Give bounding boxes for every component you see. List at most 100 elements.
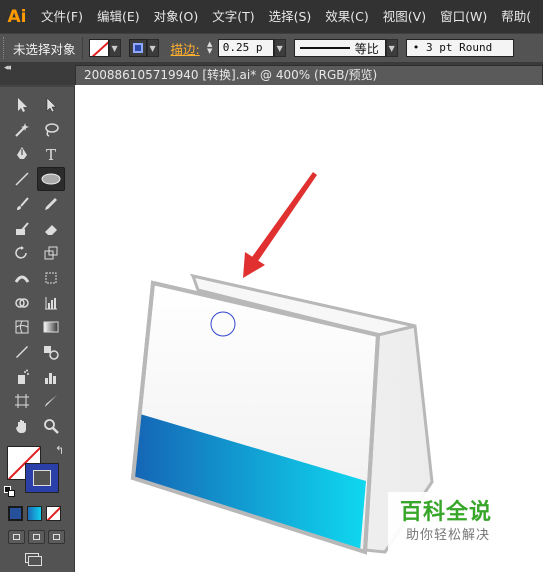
control-bar-grip[interactable] [3,37,9,59]
pen-tool[interactable] [8,142,36,166]
lasso-icon [45,122,59,137]
eyedropper-tool[interactable] [8,340,36,364]
screen-mode-icon [28,556,42,566]
eyedropper-icon [16,346,28,358]
mesh-tool[interactable] [8,315,36,339]
menu-item[interactable]: 编辑(E) [90,0,147,33]
menu-bar: Ai 文件(F) 编辑(E) 对象(O) 文字(T) 选择(S) 效果(C) 视图(V) 窗口… [0,0,543,33]
ellipse-tool[interactable] [37,167,65,192]
type-icon: T [46,146,56,162]
default-stroke-mini [8,490,15,497]
line-segment-icon [15,172,29,186]
none-mode-button[interactable] [46,506,61,521]
draw-inside-icon [53,534,60,540]
menu-item[interactable]: 窗口(W) [433,0,494,33]
watermark-title: 百科全说 [400,500,493,525]
rotate-tool[interactable] [8,241,36,265]
gradient-mode-button[interactable] [27,506,42,521]
watermark: 百科全说 助你轻松解决 [388,492,520,550]
artboard-canvas[interactable]: 百科全说 助你轻松解决 [75,85,543,572]
selection-status: 未选择对象 [13,41,76,57]
stroke-weight-input[interactable]: 0.25 p [217,39,274,57]
free-transform-icon [45,272,57,284]
rotate-icon [15,246,27,259]
artboard-icon [15,394,29,409]
symbol-sprayer-tool[interactable] [8,365,36,389]
direct-selection-tool[interactable] [37,93,65,117]
selection-icon [18,98,27,112]
column-graph-icon [45,372,56,384]
red-arrow-icon [243,172,317,278]
stroke-swatch[interactable] [128,39,147,57]
slice-tool[interactable] [37,389,65,413]
stroke-color-box[interactable] [25,463,59,493]
paintbrush-tool[interactable] [8,192,36,216]
slice-icon [45,395,57,408]
hand-tool[interactable] [8,414,36,438]
color-mode-button[interactable] [8,506,23,521]
watermark-subtitle: 助你轻松解决 [406,528,491,543]
stroke-weight-stepper[interactable]: ▲ ▼ [204,39,216,57]
stepper-down-icon[interactable]: ▼ [207,48,212,55]
scale-tool[interactable] [37,241,65,265]
menu-item[interactable]: 效果(C) [318,0,375,33]
pencil-icon [45,197,57,210]
free-transform-tool[interactable] [37,266,65,290]
collapse-panel-icon[interactable]: ◂◂ [4,63,11,73]
eraser-icon [45,224,57,235]
fill-swatch[interactable] [88,39,109,57]
column-graph-tool[interactable] [37,365,65,389]
lasso-tool[interactable] [37,118,65,142]
stroke-dropdown[interactable]: ▼ [146,39,159,57]
direct-selection-icon [46,97,57,113]
menu-item[interactable]: 文件(F) [34,0,90,33]
menu-item[interactable]: 对象(O) [147,0,206,33]
line-segment-tool[interactable] [8,167,36,191]
graph-icon [45,296,57,310]
ellipse-icon [41,173,61,185]
menu-item[interactable]: 视图(V) [376,0,433,33]
hand-icon [16,420,26,434]
pen-icon [17,147,27,160]
shape-builder-icon [15,297,29,308]
pencil-tool[interactable] [37,192,65,216]
draw-inside-button[interactable] [48,530,65,544]
magic-wand-tool[interactable] [8,118,36,142]
profile-dropdown[interactable]: ▼ [385,39,398,57]
blob-brush-tool[interactable] [8,217,36,241]
zoom-tool[interactable] [37,414,65,438]
blend-tool[interactable] [37,340,65,364]
graph-tool[interactable] [37,291,65,315]
draw-normal-button[interactable] [8,530,25,544]
fill-dropdown[interactable]: ▼ [108,39,121,57]
zoom-icon [44,419,59,434]
fill-stroke-control: ↰ [7,444,67,494]
gradient-tool[interactable] [37,315,65,339]
swap-fill-stroke-icon[interactable]: ↰ [55,444,64,457]
menu-item[interactable]: 帮助( [494,0,538,33]
menu-item[interactable]: 文字(T) [205,0,261,33]
document-tab[interactable]: 200886105719940 [转换].ai* @ 400% (RGB/预览) [75,65,543,85]
shape-builder-tool[interactable] [8,291,36,315]
selection-tool[interactable] [8,93,36,117]
stroke-swatch-icon [132,43,143,53]
illustrator-window: Ai 文件(F) 编辑(E) 对象(O) 文字(T) 选择(S) 效果(C) 视图(V) 窗口… [0,0,543,572]
default-colors-icon[interactable] [4,486,15,497]
type-tool[interactable]: T [37,142,65,166]
profile-line-icon [299,47,350,49]
brush-definition[interactable]: • 3 pt Round [405,39,514,57]
svg-text:T: T [46,146,56,162]
draw-behind-button[interactable] [28,530,45,544]
artboard-tool[interactable] [8,389,36,413]
variable-width-profile[interactable]: 等比 [293,39,386,57]
stroke-label[interactable]: 描边: [171,39,200,58]
mesh-icon [15,320,29,334]
eraser-tool[interactable] [37,217,65,241]
tools-panel-header[interactable] [0,85,75,91]
stroke-weight-dropdown[interactable]: ▼ [273,39,286,57]
menu-item[interactable]: 选择(S) [262,0,319,33]
screen-mode-button[interactable] [25,553,45,569]
paintbrush-icon [17,197,29,210]
width-icon [14,275,30,283]
width-tool[interactable] [8,266,36,290]
